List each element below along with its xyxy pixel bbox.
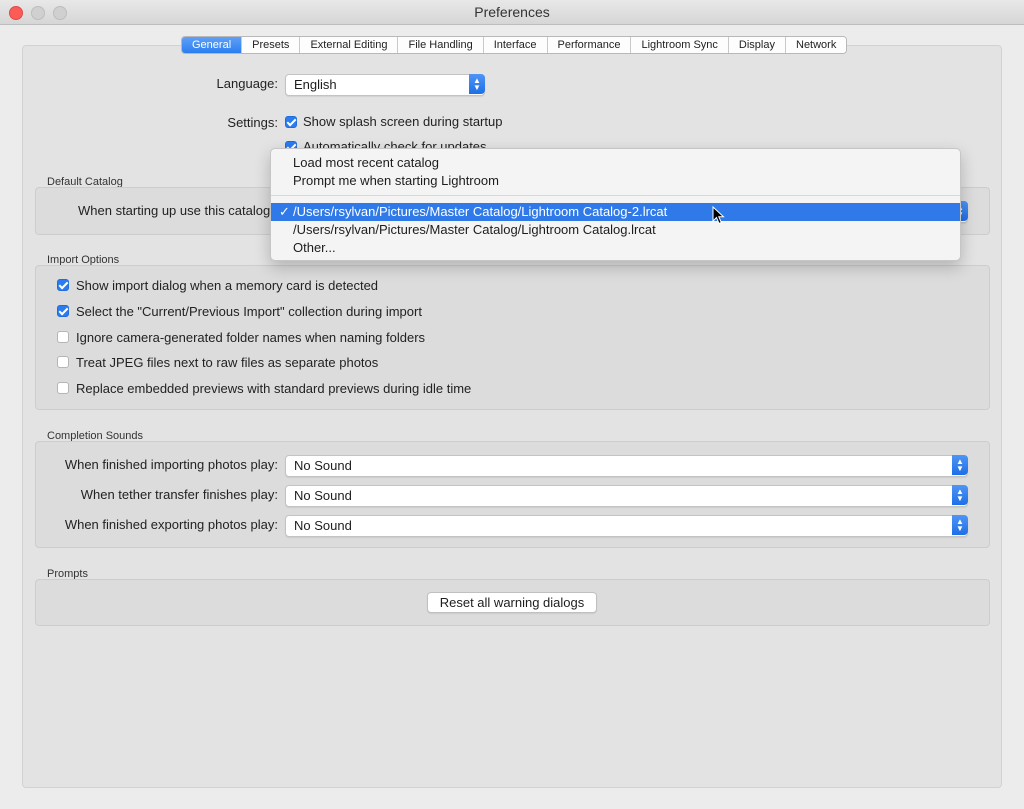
language-label: Language: xyxy=(216,76,278,91)
import-option-label: Ignore camera-generated folder names whe… xyxy=(76,330,426,345)
tab-file-handling[interactable]: File Handling xyxy=(398,37,484,53)
tab-presets[interactable]: Presets xyxy=(242,37,301,53)
title-bar: Preferences xyxy=(0,0,1024,25)
menu-item-catalog[interactable]: /Users/rsylvan/Pictures/Master Catalog/L… xyxy=(271,221,960,239)
tab-performance[interactable]: Performance xyxy=(547,37,632,53)
import-option-label: Show import dialog when a memory card is… xyxy=(76,278,379,293)
import-option-checkbox-replace-previews[interactable] xyxy=(57,382,69,394)
tab-external-editing[interactable]: External Editing xyxy=(300,37,399,53)
pointer-cursor-icon xyxy=(712,206,725,225)
language-select[interactable]: English ▲ ▼ xyxy=(285,74,485,96)
startup-catalog-label: When starting up use this catalog: xyxy=(78,203,274,218)
tab-display[interactable]: Display xyxy=(728,37,786,53)
import-option-checkbox-current-previous[interactable] xyxy=(57,305,69,317)
import-sound-select[interactable]: No Sound ▲ ▼ xyxy=(285,455,968,477)
import-option-label: Select the "Current/Previous Import" col… xyxy=(76,304,422,319)
tether-sound-label: When tether transfer finishes play: xyxy=(80,487,278,502)
menu-separator xyxy=(271,195,960,196)
up-down-chevron-icon: ▲▼ xyxy=(952,485,968,505)
tab-bar: General Presets External Editing File Ha… xyxy=(181,36,848,54)
up-down-chevron-icon: ▲▼ xyxy=(952,515,968,535)
menu-item-label: Other... xyxy=(293,240,336,255)
catalog-dropdown-menu: Load most recent catalog Prompt me when … xyxy=(270,148,961,261)
import-sound-label: When finished importing photos play: xyxy=(64,457,278,472)
import-option-checkbox-treat-jpeg[interactable] xyxy=(57,356,69,368)
checkmark-icon: ✓ xyxy=(279,204,290,219)
menu-item-label: /Users/rsylvan/Pictures/Master Catalog/L… xyxy=(293,222,656,237)
export-sound-select[interactable]: No Sound ▲ ▼ xyxy=(285,515,968,537)
sound-value: No Sound xyxy=(294,458,352,473)
up-down-chevron-icon: ▲▼ xyxy=(952,455,968,475)
up-down-chevron-icon: ▲▼ xyxy=(469,74,485,94)
export-sound-label: When finished exporting photos play: xyxy=(64,517,278,532)
sound-value: No Sound xyxy=(294,488,352,503)
splash-screen-checkbox[interactable] xyxy=(285,116,297,128)
reset-warning-dialogs-button[interactable]: Reset all warning dialogs xyxy=(427,592,597,613)
language-value: English xyxy=(294,77,337,92)
menu-item-catalog-2[interactable]: ✓ /Users/rsylvan/Pictures/Master Catalog… xyxy=(271,203,960,221)
sound-value: No Sound xyxy=(294,518,352,533)
settings-label: Settings: xyxy=(227,115,278,130)
menu-item-label: /Users/rsylvan/Pictures/Master Catalog/L… xyxy=(293,204,668,219)
import-option-checkbox-ignore-folder-names[interactable] xyxy=(57,331,69,343)
menu-item-load-recent[interactable]: Load most recent catalog xyxy=(271,154,960,172)
tab-interface[interactable]: Interface xyxy=(483,37,548,53)
window-title: Preferences xyxy=(474,4,550,20)
menu-item-other[interactable]: Other... xyxy=(271,239,960,257)
menu-item-label: Prompt me when starting Lightroom xyxy=(293,173,499,188)
menu-item-label: Load most recent catalog xyxy=(293,155,439,170)
tab-general[interactable]: General xyxy=(182,37,243,53)
menu-item-prompt[interactable]: Prompt me when starting Lightroom xyxy=(271,172,960,190)
tether-sound-select[interactable]: No Sound ▲ ▼ xyxy=(285,485,968,507)
import-option-label: Treat JPEG files next to raw files as se… xyxy=(76,355,379,370)
import-option-label: Replace embedded previews with standard … xyxy=(76,381,472,396)
import-option-checkbox-memory-card[interactable] xyxy=(57,279,69,291)
tab-lightroom-sync[interactable]: Lightroom Sync xyxy=(631,37,729,53)
splash-screen-label: Show splash screen during startup xyxy=(303,114,503,129)
tab-network[interactable]: Network xyxy=(786,37,847,53)
